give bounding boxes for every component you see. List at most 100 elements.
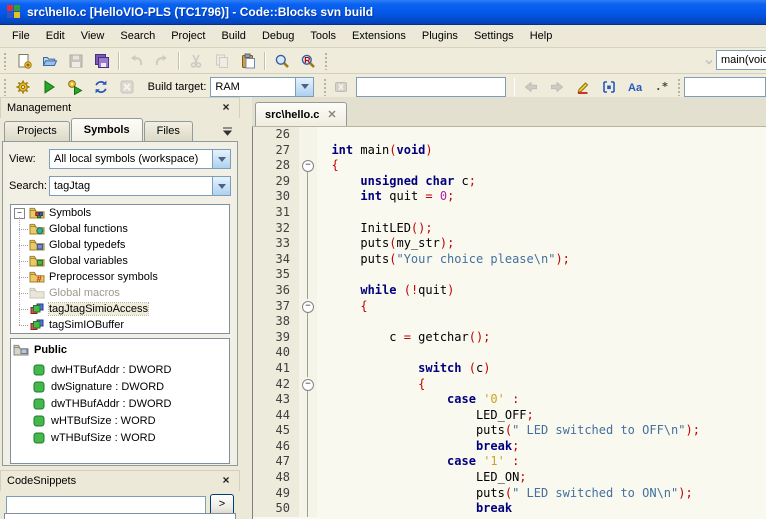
code-line[interactable]: 29 unsigned char c; — [253, 174, 766, 190]
menu-item-debug[interactable]: Debug — [254, 25, 302, 47]
menu-item-file[interactable]: File — [4, 25, 38, 47]
menu-item-search[interactable]: Search — [112, 25, 163, 47]
tab-projects[interactable]: Projects — [4, 121, 70, 141]
menu-item-settings[interactable]: Settings — [466, 25, 522, 47]
copy-button[interactable] — [209, 49, 235, 73]
titlebar[interactable]: src\hello.c [HelloVIO-PLS (TC1796)] - Co… — [0, 0, 766, 25]
fold-marker-icon[interactable] — [299, 299, 317, 315]
symbol-search-combo[interactable]: tagJtag — [49, 176, 231, 196]
incremental-search-input[interactable] — [356, 77, 506, 97]
function-scope-combo[interactable]: main(void — [716, 50, 766, 70]
new-file-button[interactable] — [11, 49, 37, 73]
code-line[interactable]: 37 { — [253, 299, 766, 315]
fold-marker-icon[interactable] — [299, 158, 317, 174]
code-line[interactable]: 27 int main(void) — [253, 143, 766, 159]
tree-item-global-macros[interactable]: Global macros — [11, 285, 229, 301]
editor-tab-hello-c[interactable]: src\hello.c ✕ — [255, 102, 347, 126]
whole-word-button[interactable] — [596, 75, 622, 99]
abort-button[interactable] — [114, 75, 140, 99]
tab-list-dropdown-button[interactable] — [220, 125, 234, 137]
tab-files[interactable]: Files — [144, 121, 193, 141]
code-line[interactable]: 45 puts(" LED switched to OFF\n"); — [253, 423, 766, 439]
code-line[interactable]: 26 — [253, 127, 766, 143]
tree-item-preprocessor-symbols[interactable]: #Preprocessor symbols — [11, 269, 229, 285]
tree-item-global-functions[interactable]: Global functions — [11, 221, 229, 237]
menu-item-project[interactable]: Project — [163, 25, 213, 47]
menu-item-plugins[interactable]: Plugins — [414, 25, 466, 47]
panel-splitter[interactable] — [240, 97, 252, 519]
build-target-combo[interactable]: RAM — [210, 77, 314, 97]
toolbar-grip[interactable] — [2, 77, 8, 96]
view-combo[interactable]: All local symbols (workspace) — [49, 149, 231, 169]
code-line[interactable]: 48 LED_ON; — [253, 470, 766, 486]
code-line[interactable]: 36 while (!quit) — [253, 283, 766, 299]
clear-search-button[interactable] — [330, 75, 351, 99]
run-button[interactable] — [36, 75, 62, 99]
toolbar-grip[interactable] — [676, 77, 682, 96]
build-button[interactable] — [10, 75, 36, 99]
member-item[interactable]: wHTBufSize : WORD — [11, 412, 229, 429]
match-case-button[interactable]: Aa — [622, 75, 648, 99]
rebuild-button[interactable] — [88, 75, 114, 99]
code-line[interactable]: 44 LED_OFF; — [253, 408, 766, 424]
undo-button[interactable] — [123, 49, 149, 73]
tab-symbols[interactable]: Symbols — [71, 118, 143, 141]
code-line[interactable]: 32 InitLED(); — [253, 221, 766, 237]
code-line[interactable]: 42 { — [253, 377, 766, 393]
member-item[interactable]: wTHBufSize : WORD — [11, 429, 229, 446]
menu-item-edit[interactable]: Edit — [38, 25, 73, 47]
toolbar-grip[interactable] — [2, 51, 9, 70]
code-line[interactable]: 28 { — [253, 158, 766, 174]
combo-dropdown-button[interactable] — [212, 150, 230, 168]
tree-item-tagsimiobuffer[interactable]: tagSimIOBuffer — [11, 317, 229, 333]
tree-item-global-variables[interactable]: Global variables — [11, 253, 229, 269]
menu-item-help[interactable]: Help — [522, 25, 561, 47]
save-button[interactable] — [63, 49, 89, 73]
code-line[interactable]: 50 break — [253, 501, 766, 517]
code-line[interactable]: 41 switch (c) — [253, 361, 766, 377]
menu-item-extensions[interactable]: Extensions — [344, 25, 414, 47]
member-item[interactable]: dwHTBufAddr : DWORD — [11, 361, 229, 378]
menu-item-tools[interactable]: Tools — [302, 25, 344, 47]
forward-button[interactable] — [544, 75, 570, 99]
fold-marker-icon[interactable] — [299, 377, 317, 393]
code-line[interactable]: 31 — [253, 205, 766, 221]
save-all-button[interactable] — [89, 49, 115, 73]
member-item[interactable]: dwSignature : DWORD — [11, 378, 229, 395]
tree-item-tagjtagsimioaccess[interactable]: tagJtagSimioAccess — [11, 301, 229, 317]
highlight-button[interactable] — [570, 75, 596, 99]
tree-item-global-typedefs[interactable]: Global typedefs — [11, 237, 229, 253]
code-line[interactable]: 43 case '0' : — [253, 392, 766, 408]
cut-button[interactable] — [183, 49, 209, 73]
code-line[interactable]: 47 case '1' : — [253, 454, 766, 470]
code-line[interactable]: 34 puts("Your choice please\n"); — [253, 252, 766, 268]
code-line[interactable]: 46 break; — [253, 439, 766, 455]
replace-button[interactable]: R — [295, 49, 321, 73]
menu-item-view[interactable]: View — [73, 25, 113, 47]
code-line[interactable]: 33 puts(my_str); — [253, 236, 766, 252]
find-button[interactable] — [269, 49, 295, 73]
code-line[interactable]: 35 — [253, 267, 766, 283]
member-item[interactable]: dwTHBufAddr : DWORD — [11, 395, 229, 412]
toolbar-grip[interactable] — [323, 51, 330, 70]
build-and-run-button[interactable] — [62, 75, 88, 99]
codesnippets-pane-header[interactable]: CodeSnippets × — [0, 470, 240, 491]
back-button[interactable] — [518, 75, 544, 99]
combo-dropdown-button[interactable] — [212, 177, 230, 195]
management-pane-header[interactable]: Management × — [0, 97, 240, 118]
secondary-search-input[interactable] — [684, 77, 766, 97]
tree-root-symbols[interactable]: −Symbols — [11, 205, 229, 221]
menu-item-build[interactable]: Build — [213, 25, 253, 47]
open-file-button[interactable] — [37, 49, 63, 73]
close-pane-button[interactable]: × — [219, 474, 233, 488]
combo-dropdown-button[interactable] — [295, 78, 313, 96]
code-line[interactable]: 39 c = getchar(); — [253, 330, 766, 346]
code-line[interactable]: 40 — [253, 345, 766, 361]
paste-button[interactable] — [235, 49, 261, 73]
code-line[interactable]: 38 — [253, 314, 766, 330]
code-line[interactable]: 30 int quit = 0; — [253, 189, 766, 205]
redo-button[interactable] — [149, 49, 175, 73]
close-pane-button[interactable]: × — [219, 101, 233, 115]
toolbar-grip[interactable] — [322, 77, 328, 96]
regex-button[interactable]: .* — [648, 75, 674, 99]
